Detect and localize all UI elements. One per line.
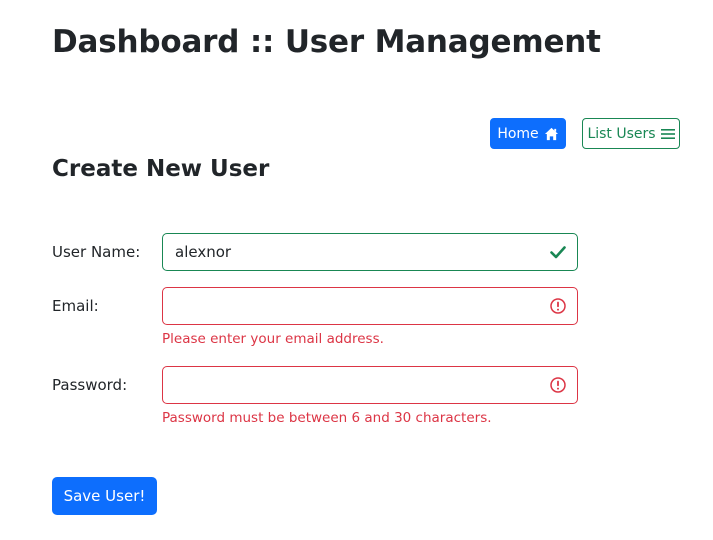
check-icon xyxy=(550,246,566,259)
list-users-button[interactable]: List Users xyxy=(582,118,680,149)
password-error-message: Password must be between 6 and 30 charac… xyxy=(162,410,492,426)
save-user-button[interactable]: Save User! xyxy=(52,477,157,515)
home-button[interactable]: Home xyxy=(490,118,566,149)
exclamation-circle-icon xyxy=(550,298,566,314)
username-field-wrapper xyxy=(162,233,578,271)
page-title: Dashboard :: User Management xyxy=(52,24,601,60)
username-label: User Name: xyxy=(52,243,141,261)
username-input[interactable] xyxy=(163,234,577,270)
password-field-wrapper xyxy=(162,366,578,404)
password-input[interactable] xyxy=(163,367,577,403)
email-label: Email: xyxy=(52,297,99,315)
exclamation-circle-icon xyxy=(550,377,566,393)
form-title: Create New User xyxy=(52,156,270,182)
house-icon xyxy=(544,127,559,141)
email-error-message: Please enter your email address. xyxy=(162,331,384,347)
password-label: Password: xyxy=(52,376,128,394)
list-users-button-label: List Users xyxy=(587,125,656,142)
list-icon xyxy=(660,128,675,140)
home-button-label: Home xyxy=(497,125,539,142)
email-field-wrapper xyxy=(162,287,578,325)
email-input[interactable] xyxy=(163,288,577,324)
page: Dashboard :: User Management Home List U… xyxy=(0,0,713,540)
